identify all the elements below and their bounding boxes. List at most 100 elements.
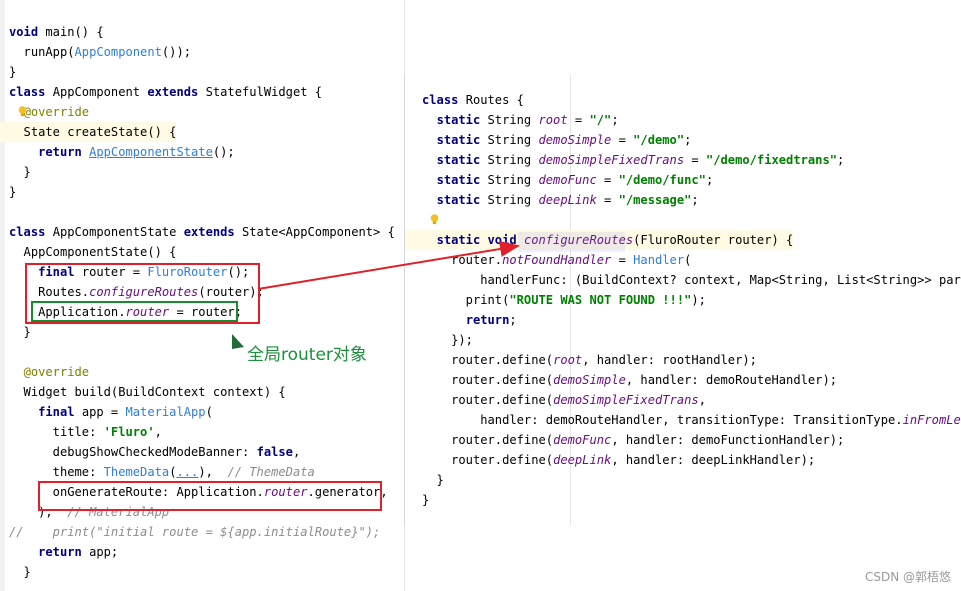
code-token: router. bbox=[422, 253, 503, 267]
code-token: debugShowCheckedModeBanner: bbox=[9, 445, 257, 459]
code-token: demoSimpleFixedTrans bbox=[553, 393, 699, 407]
code-line: return app; bbox=[0, 542, 118, 562]
code-token: static bbox=[436, 193, 488, 207]
code-line: } bbox=[0, 162, 31, 182]
application-router-green-box bbox=[31, 301, 238, 322]
code-token: // ThemeData bbox=[227, 465, 315, 479]
code-token: = bbox=[596, 193, 619, 207]
code-token: } bbox=[422, 473, 444, 487]
code-token: title: bbox=[9, 425, 104, 439]
code-line: runApp(AppComponent()); bbox=[0, 42, 191, 62]
code-token: return bbox=[38, 145, 90, 159]
code-token: String bbox=[487, 193, 539, 207]
code-token: return bbox=[38, 545, 90, 559]
code-token: ThemeData bbox=[103, 465, 170, 479]
code-token: , handler: demoRouteHandler); bbox=[625, 373, 838, 387]
code-token: ; bbox=[684, 133, 692, 147]
code-line: class AppComponentState extends State<Ap… bbox=[0, 222, 395, 242]
code-token: AppComponent bbox=[52, 85, 148, 99]
code-token: ; bbox=[705, 173, 714, 187]
code-token: demoSimple bbox=[538, 133, 612, 147]
code-token: } bbox=[9, 165, 31, 179]
code-line: router.define(demoSimpleFixedTrans, bbox=[405, 390, 706, 410]
code-token: } bbox=[422, 493, 430, 507]
code-token: , handler: deepLinkHandler); bbox=[611, 453, 816, 467]
code-line: static String demoSimpleFixedTrans = "/d… bbox=[405, 150, 845, 170]
watermark: CSDN @郭梧悠 bbox=[864, 570, 951, 584]
code-line: theme: ThemeData(...), // ThemeData bbox=[0, 462, 315, 482]
code-token: return bbox=[465, 313, 510, 327]
code-token: "/" bbox=[589, 113, 612, 127]
code-token: extends bbox=[147, 85, 206, 99]
code-token: ; bbox=[509, 313, 517, 327]
code-token: static bbox=[436, 133, 488, 147]
code-token: State<AppComponent> { bbox=[242, 225, 395, 239]
code-token: } bbox=[9, 325, 31, 339]
code-token: demoSimpleFixedTrans bbox=[538, 153, 685, 167]
code-token: String bbox=[487, 173, 539, 187]
code-token: demoFunc bbox=[553, 433, 612, 447]
code-token: static bbox=[436, 153, 488, 167]
code-token: notFoundHandler bbox=[502, 253, 612, 267]
code-line: static String root = "/"; bbox=[405, 110, 619, 130]
code-token: static bbox=[436, 233, 488, 247]
lightbulb-icon[interactable] bbox=[430, 214, 439, 225]
code-line: @override bbox=[0, 102, 90, 122]
code-token: AppComponentState bbox=[52, 225, 184, 239]
lightbulb-icon[interactable] bbox=[18, 106, 27, 117]
code-token: router.define( bbox=[422, 393, 554, 407]
code-line: void main() { bbox=[0, 22, 104, 42]
code-token: demoFunc bbox=[538, 173, 597, 187]
code-line: router.define(demoSimple, handler: demoR… bbox=[405, 370, 837, 390]
code-line: Widget build(BuildContext context) { bbox=[0, 382, 286, 402]
code-token: main() { bbox=[45, 25, 104, 39]
code-token: ()); bbox=[161, 45, 192, 59]
code-line: class Routes { bbox=[405, 90, 524, 110]
code-token: "/message" bbox=[618, 193, 692, 207]
code-token: router.define( bbox=[422, 433, 554, 447]
code-token: AppComponent bbox=[74, 45, 162, 59]
code-line: router.define(deepLink, handler: deepLin… bbox=[405, 450, 815, 470]
right-editor-pane[interactable]: class Routes { static String root = "/";… bbox=[404, 75, 961, 525]
code-token: app; bbox=[89, 545, 119, 559]
code-token: String bbox=[487, 153, 539, 167]
code-token: handler: demoRouteHandler, transitionTyp… bbox=[422, 413, 903, 427]
code-token: ( bbox=[205, 405, 213, 419]
code-token: inFromLeft bbox=[902, 413, 961, 427]
code-token: } bbox=[9, 185, 17, 199]
code-line: router.define(demoFunc, handler: demoFun… bbox=[405, 430, 844, 450]
code-line: } bbox=[0, 62, 16, 82]
code-token: , handler: demoFunctionHandler); bbox=[611, 433, 845, 447]
code-token: router.define( bbox=[422, 373, 554, 387]
code-token: = bbox=[596, 173, 619, 187]
code-token: Handler bbox=[633, 253, 685, 267]
code-token: false bbox=[256, 445, 293, 459]
code-line: handlerFunc: (BuildContext? context, Map… bbox=[405, 270, 961, 290]
code-token: void bbox=[9, 25, 46, 39]
code-token: theme: bbox=[9, 465, 104, 479]
code-line: } bbox=[0, 562, 31, 582]
code-line: // print("initial route = ${app.initialR… bbox=[0, 522, 380, 542]
code-token: ; bbox=[611, 113, 619, 127]
code-token: runApp( bbox=[9, 45, 75, 59]
code-token: = bbox=[611, 133, 634, 147]
code-token: } bbox=[9, 565, 31, 579]
code-line: AppComponentState() { bbox=[0, 242, 177, 262]
code-token: root bbox=[553, 353, 583, 367]
code-line: return; bbox=[405, 310, 517, 330]
code-token: @override bbox=[23, 365, 90, 379]
code-token: = bbox=[611, 253, 634, 267]
code-token: = bbox=[684, 153, 706, 167]
code-token: "/demo" bbox=[633, 133, 685, 147]
code-token: } bbox=[9, 65, 17, 79]
code-line: print("ROUTE WAS NOT FOUND !!!"); bbox=[405, 290, 706, 310]
code-line: static String deepLink = "/message"; bbox=[405, 190, 699, 210]
code-token: root bbox=[538, 113, 568, 127]
code-line: static String demoFunc = "/demo/func"; bbox=[405, 170, 714, 190]
code-token: (); bbox=[212, 145, 235, 159]
